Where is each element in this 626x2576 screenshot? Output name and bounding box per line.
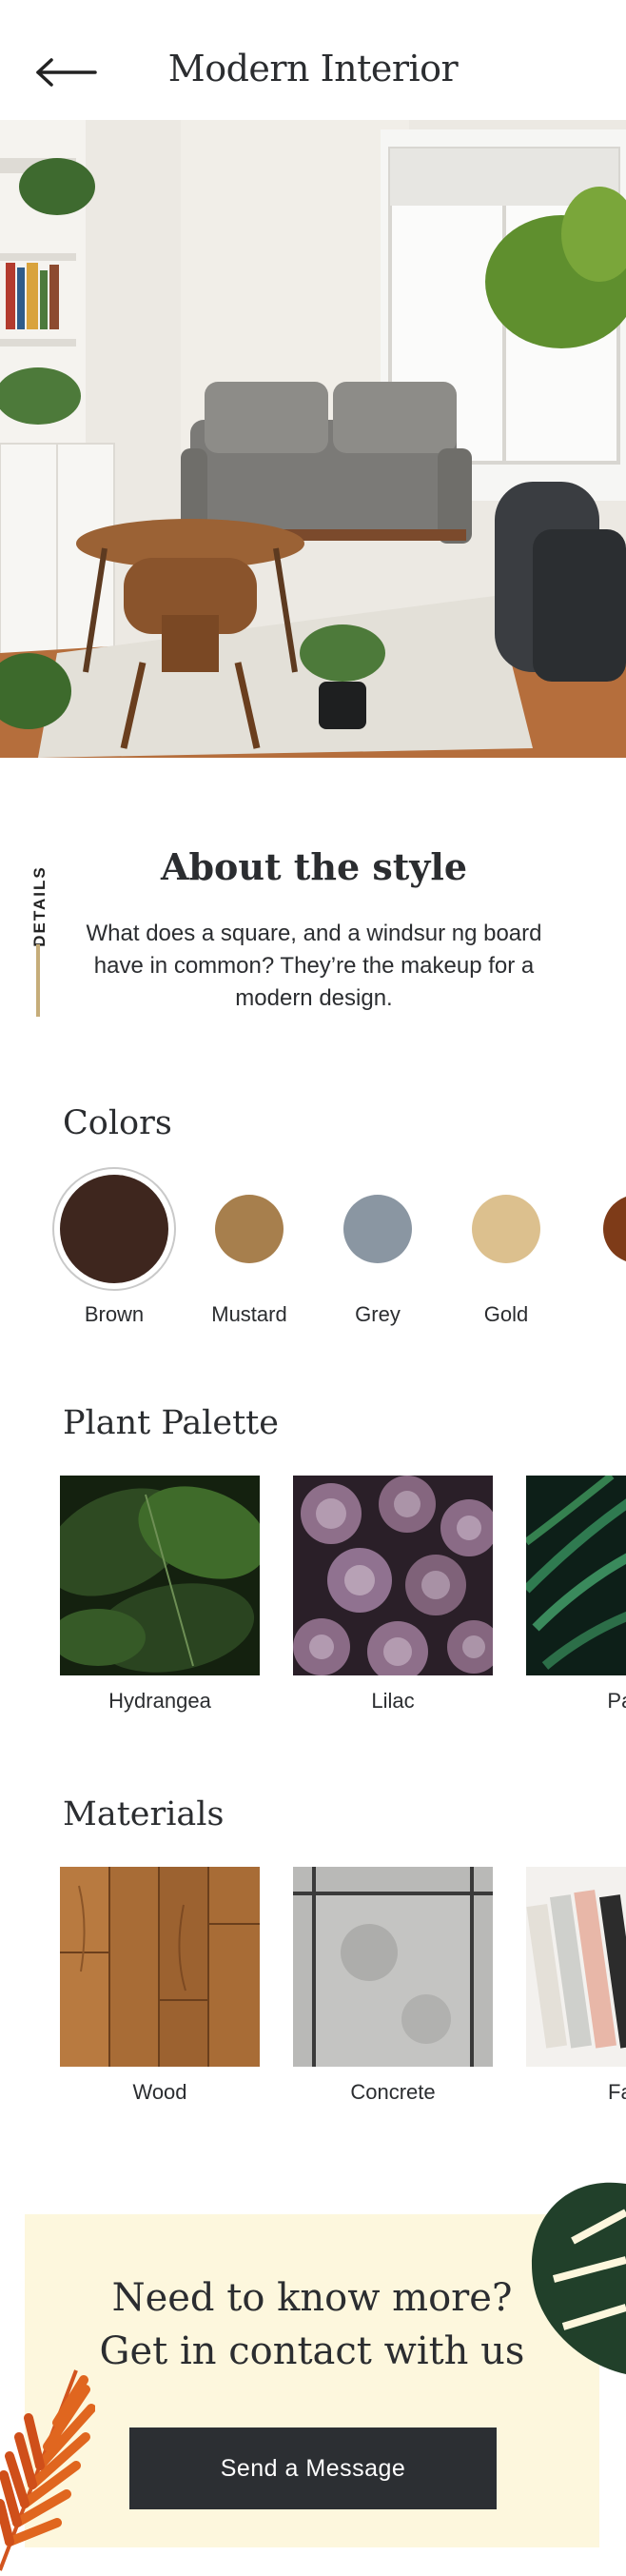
materials-section-title: Materials — [63, 1795, 225, 1833]
color-item-gold[interactable]: Gold — [440, 1167, 573, 1327]
material-image — [293, 1867, 493, 2067]
color-label: Brown — [84, 1302, 145, 1326]
color-swatch — [472, 1195, 540, 1263]
plant-image — [526, 1476, 626, 1675]
concrete-texture-photo — [293, 1867, 493, 2067]
plant-tile-lilac[interactable]: Lilac — [293, 1476, 493, 1714]
plant-label: Hydrangea — [108, 1689, 211, 1713]
color-label: M — [571, 1302, 626, 1327]
material-tile-concrete[interactable]: Concrete — [293, 1867, 493, 2105]
living-room-photo — [0, 120, 626, 758]
app-header: Modern Interior — [0, 0, 626, 120]
material-label: Concrete — [350, 2080, 436, 2104]
plant-image — [60, 1476, 260, 1675]
color-item-brown[interactable]: Brown — [48, 1167, 181, 1327]
about-description: What does a square, and a windsur ng boa… — [86, 921, 542, 1011]
material-tile-wood[interactable]: Wood — [60, 1867, 260, 2105]
palm-leaves-photo — [526, 1476, 626, 1675]
fabric-swatches-photo — [526, 1867, 626, 2067]
contact-title: Need to know more? Get in contact with u… — [25, 2271, 599, 2378]
materials-list[interactable]: Wood Concrete Fab — [0, 1867, 626, 2114]
colors-list[interactable]: Brown Mustard Grey Gold M — [0, 1167, 626, 1338]
plant-label: Lilac — [371, 1689, 415, 1713]
succulents-photo — [293, 1476, 493, 1675]
fern-leaf-decoration — [0, 2369, 95, 2571]
plant-palette-list[interactable]: Hydrangea Lilac P — [0, 1476, 626, 1723]
hero-image — [0, 120, 626, 758]
plant-palette-section-title: Plant Palette — [63, 1404, 279, 1442]
color-swatch — [343, 1195, 412, 1263]
color-label: Grey — [355, 1302, 401, 1326]
details-tab-indicator — [36, 944, 40, 1017]
plant-tile-hydrangea[interactable]: Hydrangea — [60, 1476, 260, 1714]
contact-title-line1: Need to know more? — [111, 2276, 513, 2320]
color-label: Mustard — [211, 1302, 287, 1326]
details-tab[interactable]: DETAILS — [21, 857, 53, 1019]
material-tile-partial[interactable]: Fab — [526, 1867, 626, 2105]
material-image — [60, 1867, 260, 2067]
send-message-button[interactable]: Send a Message — [129, 2427, 497, 2509]
wood-texture-photo — [60, 1867, 260, 2067]
contact-title-line2: Get in contact with us — [99, 2329, 525, 2373]
color-item-mustard[interactable]: Mustard — [183, 1167, 316, 1327]
plant-label: Pap — [607, 1689, 626, 1713]
plant-image — [293, 1476, 493, 1675]
colors-section-title: Colors — [63, 1104, 172, 1142]
material-image — [526, 1867, 626, 2067]
details-tab-label: DETAILS — [30, 865, 49, 947]
color-swatch — [60, 1175, 168, 1283]
page-title: Modern Interior — [167, 48, 459, 89]
monstera-leaves-photo — [60, 1476, 260, 1675]
color-swatch-selected-ring — [52, 1167, 176, 1291]
plant-tile-partial[interactable]: Pap — [526, 1476, 626, 1714]
material-label: Fab — [608, 2080, 626, 2104]
color-label: Gold — [483, 1302, 529, 1326]
color-swatch — [215, 1195, 284, 1263]
color-item-grey[interactable]: Grey — [311, 1167, 444, 1327]
about-title: About the style — [160, 845, 468, 888]
color-swatch — [603, 1195, 626, 1263]
color-item-partial[interactable]: M — [571, 1167, 626, 1327]
material-label: Wood — [132, 2080, 187, 2104]
